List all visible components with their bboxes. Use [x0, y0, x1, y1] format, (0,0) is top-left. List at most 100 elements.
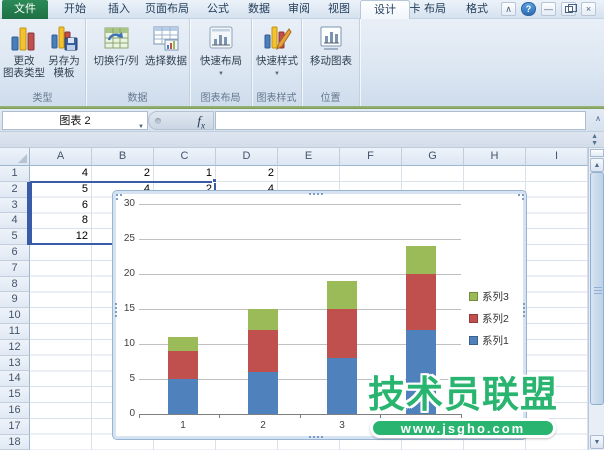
chart-bar-系列3-cat2[interactable]	[248, 309, 278, 330]
column-header-D[interactable]: D	[216, 148, 278, 166]
cell-B1[interactable]: 2	[92, 166, 150, 182]
change-chart-type-icon	[9, 23, 39, 53]
vertical-scrollbar[interactable]: ▲ ▼	[588, 148, 604, 450]
chart-handle-left[interactable]	[115, 303, 117, 305]
row-header-15[interactable]: 15	[0, 387, 30, 403]
select-all-corner[interactable]	[0, 148, 30, 166]
column-header-H[interactable]: H	[464, 148, 526, 166]
cell-C1[interactable]: 1	[154, 166, 212, 182]
chart-bar-系列2-cat1[interactable]	[168, 351, 198, 379]
name-box[interactable]: 图表 2 ▼	[2, 111, 148, 130]
ribbon-tab-bar: 文件 ∧ ? — × 开始插入页面布局公式数据审阅视图新建选项卡设计布局格式	[0, 0, 604, 19]
ribbon-group-图表样式: 快速样式▼图表样式	[252, 19, 302, 106]
row-header-12[interactable]: 12	[0, 340, 30, 356]
column-header-F[interactable]: F	[340, 148, 402, 166]
row-header-17[interactable]: 17	[0, 419, 30, 435]
cell-A1[interactable]: 4	[30, 166, 88, 182]
chart-handle-top-left[interactable]	[116, 194, 118, 196]
tab-视图[interactable]: 视图	[318, 0, 360, 19]
tab-公式[interactable]: 公式	[196, 0, 240, 19]
chart-bar-系列2-cat2[interactable]	[248, 330, 278, 372]
scroll-up-icon[interactable]: ▲	[590, 158, 604, 172]
close-button[interactable]: ×	[581, 2, 596, 16]
chart-bar-系列2-cat3[interactable]	[327, 309, 357, 358]
row-header-1[interactable]: 1	[0, 166, 30, 182]
tab-审阅[interactable]: 审阅	[278, 0, 320, 19]
chart-handle-bottom[interactable]	[309, 436, 311, 438]
dropdown-arrow-icon[interactable]: ▼	[274, 68, 280, 80]
row-header-5[interactable]: 5	[0, 229, 30, 245]
ribbon-button-切换行/列[interactable]: 切换行/列	[90, 23, 142, 67]
ribbon-button-选择数据[interactable]: 选择数据	[144, 23, 188, 67]
chart-handle-right[interactable]	[523, 303, 525, 305]
legend-item-系列3[interactable]: 系列3	[469, 289, 509, 304]
row-header-8[interactable]: 8	[0, 277, 30, 293]
row-header-13[interactable]: 13	[0, 356, 30, 372]
row-header-6[interactable]: 6	[0, 245, 30, 261]
chart-bar-系列3-cat1[interactable]	[168, 337, 198, 351]
tab-开始[interactable]: 开始	[52, 0, 98, 19]
scrollbar-split-box[interactable]	[590, 149, 604, 157]
minimize-button[interactable]: —	[541, 2, 556, 16]
chart-bar-系列1-cat2[interactable]	[248, 372, 278, 414]
restore-button[interactable]	[561, 2, 576, 16]
column-header-C[interactable]: C	[154, 148, 216, 166]
chart-handle-top-right[interactable]	[518, 194, 520, 196]
row-header-2[interactable]: 2	[0, 182, 30, 198]
formula-bar-scroll-icons[interactable]: ▲▼	[591, 133, 598, 147]
ribbon-button-label: 模板	[54, 67, 75, 79]
scroll-down-icon[interactable]: ▼	[590, 435, 604, 449]
scrollbar-thumb[interactable]	[590, 172, 604, 405]
row-header-3[interactable]: 3	[0, 198, 30, 214]
watermark: 技术员联盟 www.jsgho.com	[368, 375, 558, 438]
column-header-B[interactable]: B	[92, 148, 154, 166]
ribbon-button-更改图表类型[interactable]: 更改图表类型	[4, 23, 44, 79]
tab-格式[interactable]: 格式	[454, 0, 500, 19]
column-header-I[interactable]: I	[526, 148, 588, 166]
legend-item-系列2[interactable]: 系列2	[469, 311, 509, 326]
collapse-ribbon-button[interactable]: ∧	[501, 2, 516, 16]
chart-bar-系列2-cat4[interactable]	[406, 274, 436, 330]
ribbon-button-另存为模板[interactable]: 另存为模板	[44, 23, 84, 79]
row-header-10[interactable]: 10	[0, 308, 30, 324]
row-header-18[interactable]: 18	[0, 435, 30, 450]
dropdown-arrow-icon[interactable]: ▼	[218, 68, 224, 80]
help-icon[interactable]: ?	[521, 2, 536, 16]
chart-handle-top[interactable]	[309, 193, 311, 195]
row-header-16[interactable]: 16	[0, 403, 30, 419]
expand-formula-bar-icon[interactable]: ∧	[595, 114, 601, 123]
chart-bar-系列3-cat4[interactable]	[406, 246, 436, 274]
chart-gridline-25	[139, 239, 461, 240]
chart-bar-系列3-cat3[interactable]	[327, 281, 357, 309]
ribbon-button-快速布局[interactable]: 快速布局▼	[195, 23, 247, 80]
column-header-A[interactable]: A	[30, 148, 92, 166]
chart-bar-系列1-cat1[interactable]	[168, 379, 198, 414]
row-header-7[interactable]: 7	[0, 261, 30, 277]
row-header-9[interactable]: 9	[0, 292, 30, 308]
ribbon-button-label: 切换行/列	[94, 55, 139, 67]
ribbon-button-移动图表[interactable]: 移动图表	[308, 23, 354, 67]
tab-布局[interactable]: 布局	[412, 0, 458, 19]
row-header-4[interactable]: 4	[0, 213, 30, 229]
row-header-11[interactable]: 11	[0, 324, 30, 340]
range-fill-handle[interactable]	[212, 178, 217, 183]
legend-item-系列1[interactable]: 系列1	[469, 333, 509, 348]
tab-数据[interactable]: 数据	[238, 0, 280, 19]
column-header-E[interactable]: E	[278, 148, 340, 166]
ribbon-group-数据: 切换行/列选择数据数据	[86, 19, 190, 106]
column-header-G[interactable]: G	[402, 148, 464, 166]
formula-input[interactable]	[215, 111, 586, 130]
quick-styles-icon	[262, 23, 292, 53]
tab-页面布局[interactable]: 页面布局	[136, 0, 198, 19]
chart-bar-系列1-cat3[interactable]	[327, 358, 357, 414]
row-header-14[interactable]: 14	[0, 371, 30, 387]
tab-file[interactable]: 文件	[2, 0, 48, 19]
legend-swatch-系列1	[469, 336, 478, 345]
chart-ytick-30: 30	[114, 198, 135, 209]
formula-bar-strip: ▲▼	[0, 132, 604, 148]
tab-设计[interactable]: 设计	[360, 0, 410, 19]
insert-function-icon[interactable]: fx	[197, 113, 205, 131]
cell-D1[interactable]: 2	[216, 166, 274, 182]
ribbon-button-快速样式[interactable]: 快速样式▼	[254, 23, 300, 80]
legend-label: 系列1	[482, 333, 509, 348]
